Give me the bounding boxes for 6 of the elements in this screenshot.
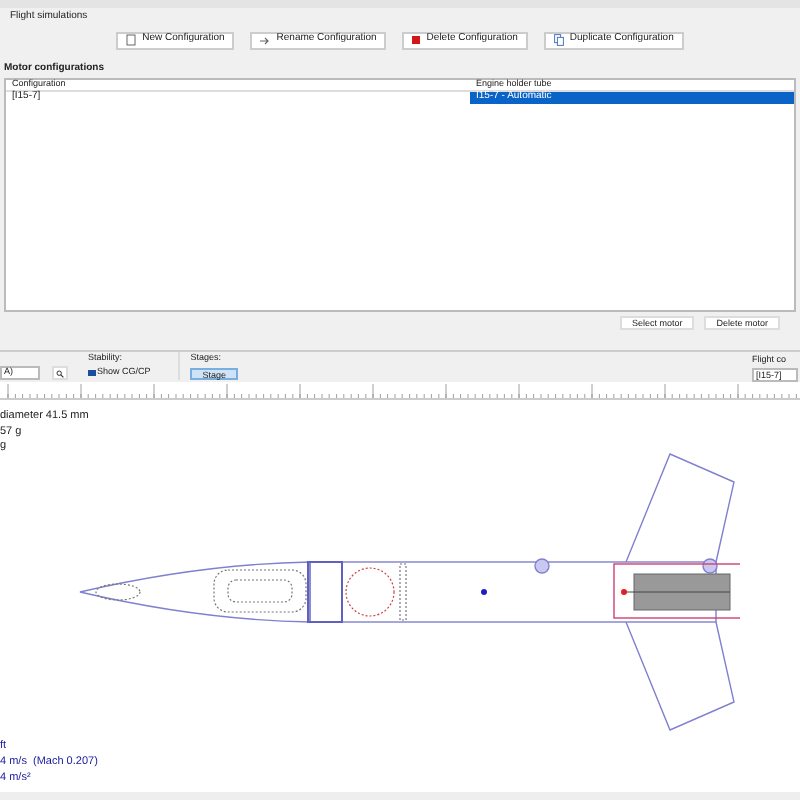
delete-icon bbox=[412, 36, 421, 44]
arrow-icon bbox=[260, 35, 271, 45]
page-icon bbox=[126, 34, 137, 46]
copy-icon bbox=[553, 34, 564, 46]
search-button[interactable] bbox=[52, 366, 68, 380]
search-icon bbox=[56, 369, 64, 377]
